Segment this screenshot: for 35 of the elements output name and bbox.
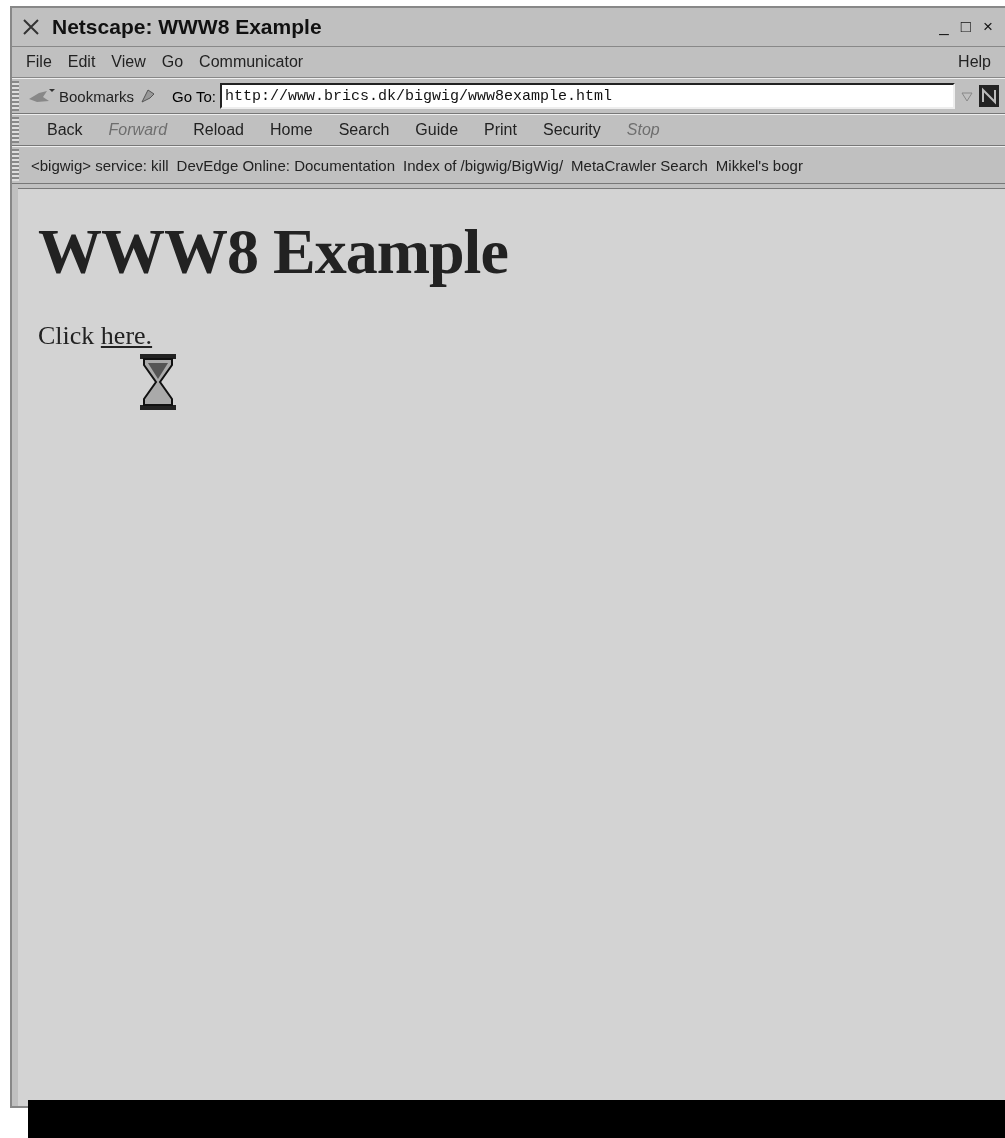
netscape-logo-icon[interactable] [979, 85, 999, 107]
menu-item[interactable]: Edit [67, 53, 96, 71]
x-logo-icon [22, 18, 40, 36]
toolbar-button[interactable]: Security [534, 121, 609, 139]
bird-icon [27, 87, 57, 105]
bookmark-link[interactable]: Mikkel's bogr [715, 156, 803, 174]
bookmark-link[interactable]: Index of /bigwig/BigWig/ [403, 156, 564, 174]
window-title: Netscape: WWW8 Example [52, 15, 322, 39]
url-field[interactable]: http://www.brics.dk/bigwig/www8example.html [219, 83, 955, 109]
help-menu[interactable]: Help [958, 53, 991, 71]
toolbar-button[interactable]: Back [39, 121, 91, 139]
bookmark-link[interactable]: MetaCrawler Search [571, 156, 708, 174]
menu-item[interactable]: View [111, 53, 146, 71]
link[interactable]: here. [100, 321, 153, 350]
page-heading: WWW8 Example [38, 215, 508, 289]
window-control[interactable]: × [977, 17, 999, 37]
menu-item[interactable]: Communicator [199, 53, 304, 71]
toolbar-grip[interactable] [12, 149, 19, 181]
goto-label: Go To: [172, 87, 216, 105]
toolbar-button[interactable]: Print [476, 121, 525, 139]
toolbar-button[interactable]: Reload [185, 121, 252, 139]
menu-item[interactable]: File [26, 53, 52, 71]
window-control[interactable]: □ [954, 17, 978, 37]
bookmark-link[interactable]: DevEdge Online: Documentation [176, 156, 396, 174]
window-control[interactable]: _ [933, 17, 955, 37]
body-text: Click [38, 321, 95, 350]
bookmark-link[interactable]: <bigwig> service: kill [31, 156, 169, 174]
toolbar-button[interactable]: Search [330, 121, 398, 139]
bookmarks-button[interactable]: Bookmarks [23, 87, 139, 105]
toolbar-grip[interactable] [12, 117, 19, 143]
toolbar-grip[interactable] [12, 81, 19, 111]
hourglass-icon [138, 353, 178, 411]
toolbar-button[interactable]: Guide [407, 121, 467, 139]
menu-item[interactable]: Go [161, 53, 184, 71]
toolbar-button[interactable]: Home [261, 121, 321, 139]
